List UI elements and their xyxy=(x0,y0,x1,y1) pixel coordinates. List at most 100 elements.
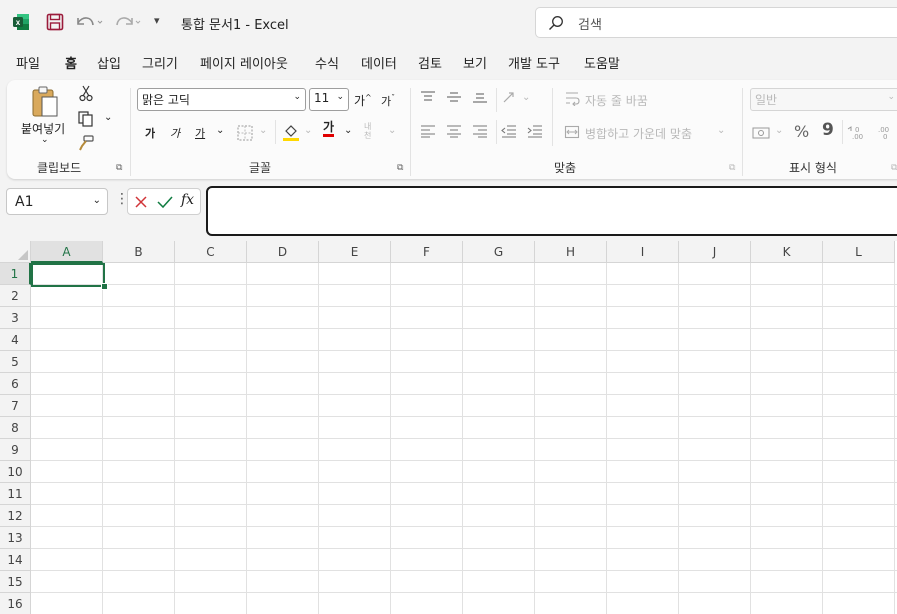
comma-style-button[interactable]: 9 xyxy=(822,120,834,140)
row-header-15[interactable]: 15 xyxy=(0,571,31,593)
wrap-text-icon[interactable] xyxy=(564,90,580,106)
row-header-3[interactable]: 3 xyxy=(0,307,31,329)
row-header-13[interactable]: 13 xyxy=(0,527,31,549)
column-header-i[interactable]: I xyxy=(607,241,679,263)
underline-button[interactable]: 가 xyxy=(195,125,205,141)
borders-dropdown-icon[interactable]: ⌄ xyxy=(259,125,267,136)
column-header-f[interactable]: F xyxy=(391,241,463,263)
row-header-12[interactable]: 12 xyxy=(0,505,31,527)
align-right-icon[interactable] xyxy=(472,124,488,138)
clipboard-launcher-icon[interactable]: ⧉ xyxy=(116,163,122,173)
cut-icon[interactable] xyxy=(78,84,94,102)
decrease-decimal-icon[interactable]: .00 0 xyxy=(873,124,893,140)
row-header-9[interactable]: 9 xyxy=(0,439,31,461)
clipboard-group-label: 클립보드 xyxy=(37,161,82,175)
merge-center-label[interactable]: 병합하고 가운데 맞춤 xyxy=(585,125,692,142)
align-bottom-icon[interactable] xyxy=(472,90,488,104)
fill-handle[interactable] xyxy=(101,283,108,290)
row-header-14[interactable]: 14 xyxy=(0,549,31,571)
column-header-k[interactable]: K xyxy=(751,241,823,263)
customize-qat-button[interactable]: ▾ xyxy=(154,14,160,27)
shrink-font-button[interactable]: 가ˇ xyxy=(381,93,395,109)
orientation-icon[interactable] xyxy=(501,90,519,106)
align-center-icon[interactable] xyxy=(446,124,462,138)
row-header-16[interactable]: 16 xyxy=(0,593,31,614)
row-header-7[interactable]: 7 xyxy=(0,395,31,417)
borders-icon[interactable] xyxy=(236,124,254,142)
column-header-b[interactable]: B xyxy=(103,241,175,263)
save-icon[interactable] xyxy=(46,13,64,31)
row-header-1[interactable]: 1 xyxy=(0,263,31,285)
fill-color-dropdown-icon[interactable]: ⌄ xyxy=(304,125,312,136)
alignment-launcher-icon[interactable]: ⧉ xyxy=(729,163,735,173)
excel-logo-icon[interactable]: x xyxy=(12,13,30,31)
worksheet-grid[interactable]: ABCDEFGHIJKL 1 2 3 4 5 6 7 8 9 10 11 12 13 14 15 16 xyxy=(0,241,897,614)
insert-function-button[interactable]: fx xyxy=(181,192,194,208)
percent-style-button[interactable]: % xyxy=(794,122,809,141)
paste-icon[interactable] xyxy=(30,85,60,119)
merge-center-icon[interactable] xyxy=(564,124,580,140)
font-group-label: 글꼴 xyxy=(249,161,272,175)
divider xyxy=(410,88,411,176)
increase-indent-icon[interactable] xyxy=(527,124,543,138)
font-size-select[interactable]: 11 ⌄ xyxy=(309,88,349,111)
column-header-l[interactable]: L xyxy=(823,241,895,263)
align-top-icon[interactable] xyxy=(420,90,436,104)
row-header-10[interactable]: 10 xyxy=(0,461,31,483)
font-color-dropdown-icon[interactable]: ⌄ xyxy=(344,125,352,136)
row-header-11[interactable]: 11 xyxy=(0,483,31,505)
divider xyxy=(742,88,743,176)
row-header-4[interactable]: 4 xyxy=(0,329,31,351)
copy-dropdown-icon[interactable]: ⌄ xyxy=(104,112,112,123)
undo-icon[interactable] xyxy=(74,12,104,32)
ribbon: 붙여넣기 ⌄ ⌄ 클립보드 ⧉ 맑은 고딕 ⌄ 11 ⌄ 가^ 가ˇ 가 가 가… xyxy=(7,80,897,179)
column-header-e[interactable]: E xyxy=(319,241,391,263)
formula-bar: A1 ⌄ ⋮ fx xyxy=(0,183,897,241)
formula-input[interactable] xyxy=(206,186,897,236)
number-format-select[interactable]: 일반 ⌄ xyxy=(750,88,897,111)
column-header-j[interactable]: J xyxy=(679,241,751,263)
name-box[interactable]: A1 ⌄ xyxy=(6,188,108,215)
column-header-h[interactable]: H xyxy=(535,241,607,263)
column-header-d[interactable]: D xyxy=(247,241,319,263)
phonetic-dropdown-icon[interactable]: ⌄ xyxy=(388,125,396,136)
decrease-indent-icon[interactable] xyxy=(501,124,517,138)
align-left-icon[interactable] xyxy=(420,124,436,138)
fill-color-icon[interactable] xyxy=(282,122,300,142)
underline-dropdown-icon[interactable]: ⌄ xyxy=(216,125,224,136)
format-painter-icon[interactable] xyxy=(77,134,95,152)
divider xyxy=(842,120,843,144)
wrap-text-label[interactable]: 자동 줄 바꿈 xyxy=(585,92,648,109)
selected-cell[interactable] xyxy=(31,263,105,287)
row-header-6[interactable]: 6 xyxy=(0,373,31,395)
cells[interactable] xyxy=(31,263,897,614)
bold-button[interactable]: 가 xyxy=(145,125,155,141)
font-launcher-icon[interactable]: ⧉ xyxy=(397,163,403,173)
column-header-a[interactable]: A xyxy=(31,241,103,263)
number-format-value: 일반 xyxy=(755,93,778,107)
orientation-dropdown-icon[interactable]: ⌄ xyxy=(522,92,530,103)
increase-decimal-icon[interactable]: 0 .00 xyxy=(847,124,867,140)
search-box[interactable]: 검색 xyxy=(535,7,897,38)
merge-dropdown-icon[interactable]: ⌄ xyxy=(717,125,725,136)
phonetic-button[interactable]: 내천 xyxy=(364,122,378,140)
redo-icon[interactable] xyxy=(114,12,144,32)
font-name-select[interactable]: 맑은 고딕 ⌄ xyxy=(137,88,306,111)
font-color-button[interactable]: 가 xyxy=(323,120,335,137)
copy-icon[interactable] xyxy=(77,110,95,128)
row-header-2[interactable]: 2 xyxy=(0,285,31,307)
grow-font-button[interactable]: 가^ xyxy=(354,92,372,109)
paste-dropdown-icon[interactable]: ⌄ xyxy=(41,135,49,145)
accounting-dropdown-icon[interactable]: ⌄ xyxy=(775,125,783,136)
cancel-icon[interactable] xyxy=(134,195,148,209)
number-launcher-icon[interactable]: ⧉ xyxy=(891,163,897,173)
align-middle-icon[interactable] xyxy=(446,90,462,104)
row-header-5[interactable]: 5 xyxy=(0,351,31,373)
column-header-g[interactable]: G xyxy=(463,241,535,263)
row-header-8[interactable]: 8 xyxy=(0,417,31,439)
enter-icon[interactable] xyxy=(157,195,173,209)
accounting-format-icon[interactable] xyxy=(751,125,771,141)
italic-button[interactable]: 가 xyxy=(170,125,180,141)
column-header-c[interactable]: C xyxy=(175,241,247,263)
select-all-button[interactable] xyxy=(0,241,31,263)
